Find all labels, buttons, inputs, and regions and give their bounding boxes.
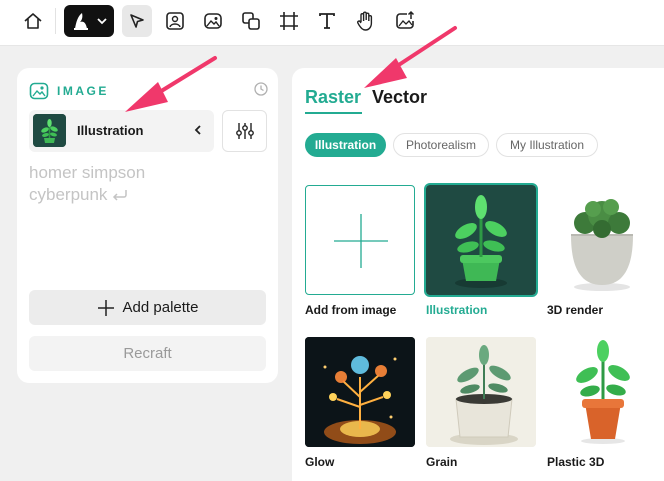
top-toolbar bbox=[0, 0, 664, 46]
chip-photorealism[interactable]: Photorealism bbox=[393, 133, 489, 157]
style-selector[interactable]: Illustration bbox=[29, 110, 214, 152]
style-label-glow: Glow bbox=[305, 455, 335, 469]
recraft-button-label: Recraft bbox=[123, 345, 172, 362]
style-label-grain: Grain bbox=[426, 455, 458, 469]
illustration-plant-image bbox=[426, 185, 536, 295]
history-clock-icon[interactable] bbox=[254, 82, 268, 96]
3d-render-plant-image bbox=[547, 185, 657, 295]
select-tool-button[interactable] bbox=[122, 5, 152, 37]
plastic-3d-plant-image bbox=[547, 337, 657, 447]
upload-image-icon bbox=[396, 10, 415, 29]
prompt-text-line-1: homer simpson bbox=[29, 163, 146, 182]
style-label-illustration: Illustration bbox=[426, 303, 488, 317]
hand-tool-icon bbox=[357, 11, 373, 31]
style-library-panel: Raster Vector Illustration Photorealism … bbox=[292, 68, 664, 481]
style-settings-button[interactable] bbox=[222, 110, 267, 152]
add-palette-label: Add palette bbox=[122, 299, 199, 316]
crop-frame-icon bbox=[280, 12, 298, 30]
image-section-label: IMAGE bbox=[29, 82, 109, 100]
chip-illustration[interactable]: Illustration bbox=[305, 133, 386, 157]
image-frame-tool-button[interactable] bbox=[160, 5, 190, 37]
prompt-text-line-2: cyberpunk bbox=[29, 185, 108, 204]
home-button[interactable] bbox=[18, 5, 48, 37]
toolbar-separator bbox=[55, 8, 56, 34]
add-palette-button[interactable]: Add palette bbox=[29, 290, 266, 325]
layers-tool-button[interactable] bbox=[236, 5, 266, 37]
style-card-plastic-3d[interactable] bbox=[547, 337, 657, 447]
style-card-3d-render[interactable] bbox=[547, 185, 657, 295]
style-label-3d-render: 3D render bbox=[547, 303, 604, 317]
enter-return-icon bbox=[113, 190, 128, 201]
select-cursor-icon bbox=[130, 14, 144, 28]
glow-plant-image bbox=[305, 337, 415, 447]
recraft-logo-icon bbox=[74, 13, 88, 30]
style-card-illustration[interactable] bbox=[424, 183, 538, 297]
chevron-left-icon bbox=[194, 125, 201, 135]
tab-raster[interactable]: Raster bbox=[305, 87, 361, 108]
image-edit-icon bbox=[204, 13, 222, 29]
image-edit-tool-button[interactable] bbox=[198, 5, 228, 37]
plant-thumbnail-icon bbox=[33, 114, 66, 147]
text-tool-icon bbox=[319, 13, 335, 29]
image-settings-panel: IMAGE Illustration homer simpson cyberpu… bbox=[17, 68, 278, 383]
crop-frame-tool-button[interactable] bbox=[274, 5, 304, 37]
layers-icon bbox=[242, 12, 260, 30]
text-tool-button[interactable] bbox=[312, 5, 342, 37]
tab-vector[interactable]: Vector bbox=[372, 87, 427, 108]
chip-my-illustration[interactable]: My Illustration bbox=[496, 133, 598, 157]
style-thumbnail bbox=[33, 114, 66, 147]
hand-tool-button[interactable] bbox=[350, 5, 380, 37]
image-section-icon bbox=[29, 82, 49, 100]
style-selector-value: Illustration bbox=[77, 123, 144, 138]
logo-menu-button[interactable] bbox=[64, 5, 114, 37]
upload-image-tool-button[interactable] bbox=[390, 5, 420, 37]
recraft-button[interactable]: Recraft bbox=[29, 336, 266, 371]
home-icon bbox=[24, 13, 42, 29]
add-from-image-card[interactable] bbox=[305, 185, 415, 295]
style-card-glow[interactable] bbox=[305, 337, 415, 447]
large-plus-icon bbox=[334, 214, 388, 268]
add-from-image-label: Add from image bbox=[305, 303, 397, 317]
plus-icon bbox=[97, 299, 114, 316]
image-section-title: IMAGE bbox=[57, 84, 109, 98]
active-tab-underline bbox=[305, 112, 362, 114]
chevron-down-icon bbox=[97, 18, 107, 25]
image-frame-icon bbox=[166, 12, 184, 30]
style-card-grain[interactable] bbox=[426, 337, 536, 447]
prompt-input[interactable]: homer simpson cyberpunk bbox=[29, 162, 259, 206]
style-label-plastic-3d: Plastic 3D bbox=[547, 455, 605, 469]
grain-plant-image bbox=[426, 337, 536, 447]
sliders-icon bbox=[235, 123, 254, 139]
